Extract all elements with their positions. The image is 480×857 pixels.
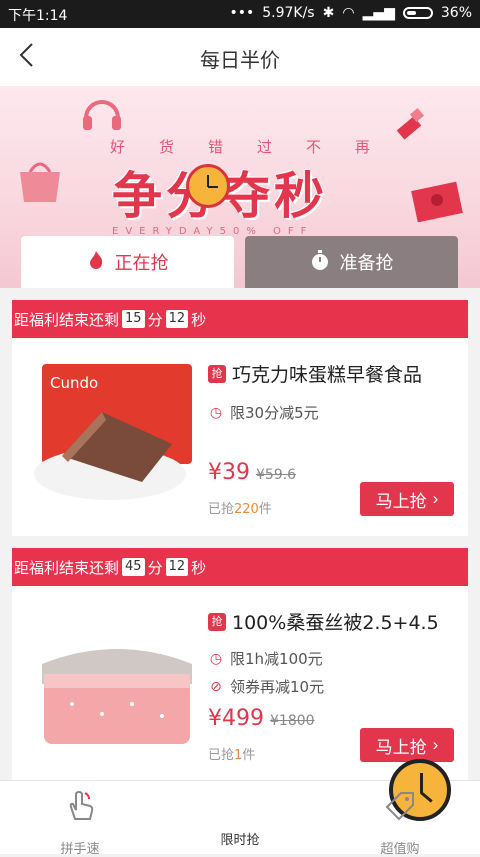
product-name: 巧克力味蛋糕早餐食品 xyxy=(232,364,423,386)
slogan-char: 好 xyxy=(110,138,126,156)
tab-ongoing[interactable]: 正在抢 xyxy=(21,236,234,288)
bottom-nav: 拼手速 限时抢 超值购 xyxy=(0,759,480,857)
battery-icon xyxy=(402,7,433,19)
second-unit: 秒 xyxy=(191,558,207,577)
lipstick-icon xyxy=(396,107,425,140)
sold-unit: 件 xyxy=(242,748,256,763)
nav-label: 超值购 xyxy=(380,842,420,857)
countdown-header: 距福利结束还剩 15 分 12 秒 xyxy=(12,300,468,338)
status-dots: ••• xyxy=(229,5,255,21)
chevron-right-icon: › xyxy=(432,735,439,754)
nav-bar: 每日半价 xyxy=(0,28,480,86)
handbag-icon xyxy=(20,162,60,202)
bluetooth-icon: ✱ xyxy=(322,5,335,21)
qiang-badge-icon: 抢 xyxy=(208,612,226,631)
promo-line: ◷ 限1h减100元 xyxy=(208,648,323,669)
minute-unit: 分 xyxy=(147,310,163,329)
headphones-icon xyxy=(83,100,121,130)
sale-price: ¥39 xyxy=(208,460,250,485)
nav-label: 拼手速 xyxy=(60,842,100,857)
product-title: 抢 100%桑蚕丝被2.5+4.5 xyxy=(208,608,439,635)
page-title: 每日半价 xyxy=(200,48,280,72)
tab-bar: 正在抢 准备抢 xyxy=(0,236,480,288)
buy-now-button[interactable]: 马上抢 › xyxy=(360,728,454,762)
product-image: Cundo xyxy=(34,364,192,500)
alarm-clock-icon xyxy=(186,164,230,208)
chevron-right-icon: › xyxy=(432,489,439,508)
nav-label: 限时抢 xyxy=(220,833,260,848)
status-time: 下午1:14 xyxy=(8,8,68,24)
svg-text:Cundo: Cundo xyxy=(50,374,98,392)
promo-text: 领券再减10元 xyxy=(230,678,325,696)
buy-now-button[interactable]: 马上抢 › xyxy=(360,482,454,516)
slogan-char: 不 xyxy=(305,138,321,156)
promo-line: ⊘ 领券再减10元 xyxy=(208,676,324,697)
price-row: ¥39 ¥59.6 xyxy=(208,460,296,485)
clock-icon: ◷ xyxy=(209,650,223,667)
minute-unit: 分 xyxy=(147,558,163,577)
slogan-char: 错 xyxy=(207,138,223,156)
signal-icon: ▂▄▆ xyxy=(362,5,395,21)
second-unit: 秒 xyxy=(191,310,207,329)
nav-item-chaozhigou[interactable]: 超值购 xyxy=(340,781,460,857)
original-price: ¥59.6 xyxy=(256,467,297,483)
countdown-header: 距福利结束还剩 45 分 12 秒 xyxy=(12,548,468,586)
slogan-char: 货 xyxy=(158,138,174,156)
qiang-badge-icon: 抢 xyxy=(208,364,226,383)
product-name: 100%桑蚕丝被2.5+4.5 xyxy=(232,612,439,634)
status-right: ••• 5.97K/s ✱ ◠ ▂▄▆ 36% xyxy=(229,5,472,21)
sold-prefix: 已抢 xyxy=(208,502,235,517)
promo-line: ◷ 限30分减5元 xyxy=(208,402,319,423)
coupon-icon: ⊘ xyxy=(210,678,222,695)
tab-label: 正在抢 xyxy=(114,253,169,274)
countdown-minutes: 15 xyxy=(122,310,145,328)
promo-text: 限30分减5元 xyxy=(230,404,319,422)
nav-item-pinshousu[interactable]: 拼手速 xyxy=(20,781,140,857)
sold-number: 220 xyxy=(234,502,259,517)
sold-count: 已抢1件 xyxy=(208,744,255,763)
buy-label: 马上抢 xyxy=(375,737,427,757)
battery-percent: 36% xyxy=(440,5,472,21)
sold-count: 已抢220件 xyxy=(208,498,272,517)
flame-icon xyxy=(87,250,105,275)
wifi-icon: ◠ xyxy=(342,5,355,21)
countdown-seconds: 12 xyxy=(165,558,189,576)
original-price: ¥1800 xyxy=(270,713,315,729)
tab-label: 准备抢 xyxy=(339,253,394,274)
tab-upcoming[interactable]: 准备抢 xyxy=(245,236,458,288)
slogan-char: 过 xyxy=(256,138,272,156)
gift-icon xyxy=(411,181,463,222)
countdown-seconds: 12 xyxy=(165,310,189,328)
network-speed: 5.97K/s xyxy=(262,5,315,21)
banner-slogan: 好 货 错 过 不 再 xyxy=(110,136,370,157)
status-bar: 下午1:14 ••• 5.97K/s ✱ ◠ ▂▄▆ 36% xyxy=(0,0,480,28)
price-row: ¥499 ¥1800 xyxy=(208,706,315,731)
product-card[interactable]: 抢 100%桑蚕丝被2.5+4.5 ◷ 限1h减100元 ⊘ 领券再减10元 ¥… xyxy=(12,586,468,774)
product-card[interactable]: Cundo 抢 巧克力味蛋糕早餐食品 ◷ 限30分减5元 ¥39 ¥59.6 已抢… xyxy=(12,338,468,526)
nav-item-xianshiqiang[interactable]: 限时抢 xyxy=(180,759,451,854)
hand-icon xyxy=(20,789,140,830)
product-image xyxy=(42,649,192,744)
tag-icon xyxy=(340,789,460,830)
buy-label: 马上抢 xyxy=(375,491,427,511)
slogan-char: 再 xyxy=(354,138,370,156)
sold-prefix: 已抢 xyxy=(208,748,235,763)
stopwatch-icon xyxy=(310,249,330,276)
sale-price: ¥499 xyxy=(208,706,264,731)
countdown-prefix: 距福利结束还剩 xyxy=(14,558,120,577)
product-title: 抢 巧克力味蛋糕早餐食品 xyxy=(208,360,422,387)
clock-icon: ◷ xyxy=(209,404,223,421)
promo-text: 限1h减100元 xyxy=(230,650,323,668)
countdown-prefix: 距福利结束还剩 xyxy=(14,310,120,329)
deal-section: 距福利结束还剩 15 分 12 秒 Cundo 抢 巧克力味蛋糕早餐食品 ◷ 限… xyxy=(12,300,468,536)
countdown-minutes: 45 xyxy=(122,558,145,576)
deal-section: 距福利结束还剩 45 分 12 秒 抢 100%桑蚕丝被2.5+4.5 ◷ 限1… xyxy=(12,548,468,780)
sold-unit: 件 xyxy=(258,502,272,517)
